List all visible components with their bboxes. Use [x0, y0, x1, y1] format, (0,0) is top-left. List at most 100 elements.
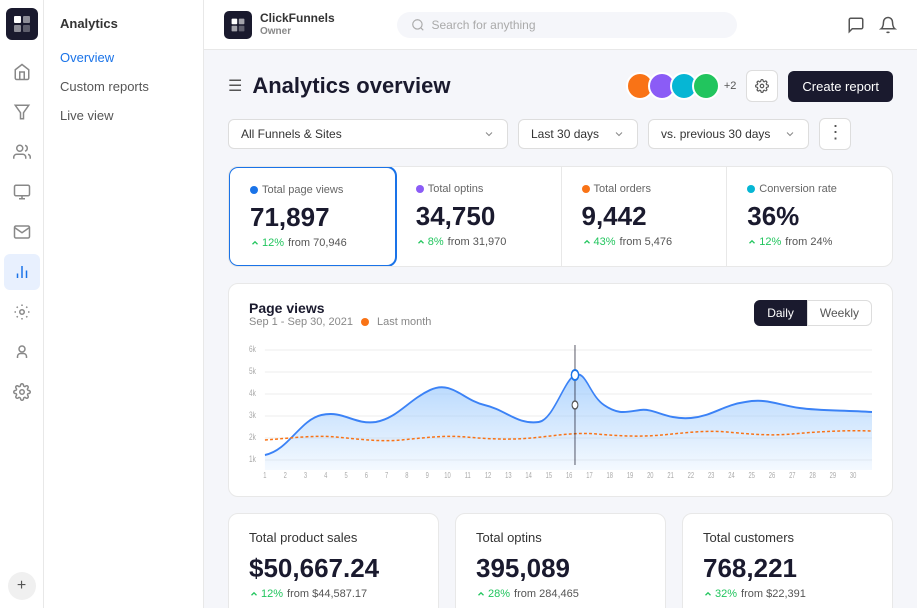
svg-text:25: 25 — [749, 472, 756, 480]
icon-bar: + — [0, 0, 44, 608]
page-content: ☰ Analytics overview +2 Create report — [204, 50, 917, 608]
period-filter[interactable]: Last 30 days — [518, 119, 638, 149]
nav-funnel-icon[interactable] — [4, 94, 40, 130]
more-filters-button[interactable]: ⋮ — [819, 118, 851, 150]
page-header-left: ☰ Analytics overview — [228, 73, 450, 99]
topbar: ClickFunnels Owner Search for anything — [204, 0, 917, 50]
bell-icon[interactable] — [879, 16, 897, 34]
stat-change-pageviews: 12% from 70,946 — [250, 237, 375, 249]
optins-change: 28% from 284,465 — [476, 588, 645, 600]
sidebar-item-overview[interactable]: Overview — [44, 43, 203, 72]
optins-arrow-up — [476, 589, 486, 599]
chart-intersection-dot — [572, 401, 578, 409]
svg-text:14: 14 — [525, 472, 532, 480]
customers-arrow-up — [703, 589, 713, 599]
bottom-row: Total product sales $50,667.24 12% from … — [228, 513, 893, 608]
app-brand: ClickFunnels Owner — [224, 11, 335, 39]
customers-change: 32% from $22,391 — [703, 588, 872, 600]
compare-filter[interactable]: vs. previous 30 days — [648, 119, 809, 149]
search-icon — [411, 18, 425, 32]
svg-text:29: 29 — [830, 472, 837, 480]
chart-container: 6k 5k 4k 3k 2k 1k — [249, 340, 872, 480]
stat-card-conversion: Conversion rate 36% 12% from 24% — [727, 167, 892, 266]
chart-title: Page views — [249, 300, 431, 316]
compare-filter-label: vs. previous 30 days — [661, 127, 770, 141]
stat-label-pageviews: Total page views — [250, 184, 375, 196]
optins-up-icon: 28% — [476, 588, 510, 600]
svg-text:10: 10 — [444, 472, 451, 480]
svg-text:11: 11 — [465, 472, 471, 480]
svg-text:4k: 4k — [249, 388, 256, 398]
page-header-right: +2 Create report — [626, 70, 893, 102]
svg-text:13: 13 — [505, 472, 512, 480]
nav-analytics-icon[interactable] — [4, 254, 40, 290]
svg-text:28: 28 — [809, 472, 816, 480]
settings-button[interactable] — [746, 70, 778, 102]
svg-text:20: 20 — [647, 472, 654, 480]
stat-card-optins: Total optins 34,750 8% from 31,970 — [396, 167, 562, 266]
nav-email-icon[interactable] — [4, 214, 40, 250]
svg-text:7: 7 — [385, 472, 388, 480]
chart-toggle: Daily Weekly — [754, 300, 872, 326]
page-title: Analytics overview — [252, 73, 450, 99]
sidebar: Analytics Overview Custom reports Live v… — [44, 0, 204, 608]
stat-value-orders: 9,442 — [582, 201, 707, 232]
nav-products-icon[interactable] — [4, 174, 40, 210]
bottom-card-customers: Total customers 768,221 32% from $22,391 — [682, 513, 893, 608]
sales-value: $50,667.24 — [249, 553, 418, 584]
chart-legend-dot — [361, 318, 369, 326]
svg-text:16: 16 — [566, 472, 573, 480]
hamburger-icon[interactable]: ☰ — [228, 76, 242, 96]
stat-up-optins: 8% — [416, 236, 444, 248]
svg-text:22: 22 — [688, 472, 695, 480]
page-header: ☰ Analytics overview +2 Create report — [228, 70, 893, 102]
svg-text:24: 24 — [728, 472, 735, 480]
stat-dot-pageviews — [250, 186, 258, 194]
stat-change-conversion: 12% from 24% — [747, 236, 872, 248]
nav-automation-icon[interactable] — [4, 294, 40, 330]
sales-up-icon: 12% — [249, 588, 283, 600]
stat-card-orders: Total orders 9,442 43% from 5,476 — [562, 167, 728, 266]
funnel-filter[interactable]: All Funnels & Sites — [228, 119, 508, 149]
app-logo — [6, 8, 38, 40]
nav-add-button[interactable]: + — [8, 572, 36, 600]
stat-value-pageviews: 71,897 — [250, 202, 375, 233]
customers-title: Total customers — [703, 530, 872, 545]
svg-text:27: 27 — [789, 472, 796, 480]
chart-area — [265, 374, 872, 470]
chat-icon[interactable] — [847, 16, 865, 34]
sidebar-title: Analytics — [44, 16, 203, 43]
create-report-button[interactable]: Create report — [788, 71, 893, 102]
svg-text:8: 8 — [405, 472, 408, 480]
nav-settings-icon[interactable] — [4, 374, 40, 410]
search-bar[interactable]: Search for anything — [397, 12, 737, 38]
svg-text:30: 30 — [850, 472, 857, 480]
svg-text:12: 12 — [485, 472, 492, 480]
sidebar-item-custom-reports[interactable]: Custom reports — [44, 72, 203, 101]
stat-card-pageviews: Total page views 71,897 12% from 70,946 — [228, 166, 397, 267]
nav-contacts-icon[interactable] — [4, 134, 40, 170]
toggle-weekly-button[interactable]: Weekly — [807, 300, 872, 326]
funnel-filter-label: All Funnels & Sites — [241, 127, 342, 141]
arrow-up-conversion-icon — [747, 237, 757, 247]
stat-change-optins: 8% from 31,970 — [416, 236, 541, 248]
nav-users-icon[interactable] — [4, 334, 40, 370]
stat-label-conversion: Conversion rate — [747, 183, 872, 195]
toggle-daily-button[interactable]: Daily — [754, 300, 807, 326]
svg-text:17: 17 — [586, 472, 593, 480]
nav-home-icon[interactable] — [4, 54, 40, 90]
svg-text:26: 26 — [769, 472, 776, 480]
sales-change: 12% from $44,587.17 — [249, 588, 418, 600]
stat-up-orders: 43% — [582, 236, 616, 248]
svg-text:6k: 6k — [249, 344, 256, 354]
stat-label-optins: Total optins — [416, 183, 541, 195]
stat-value-optins: 34,750 — [416, 201, 541, 232]
sales-title: Total product sales — [249, 530, 418, 545]
optins-value: 395,089 — [476, 553, 645, 584]
svg-text:3k: 3k — [249, 410, 256, 420]
svg-text:9: 9 — [426, 472, 429, 480]
sidebar-item-live-view[interactable]: Live view — [44, 101, 203, 130]
stat-change-orders: 43% from 5,476 — [582, 236, 707, 248]
brand-name: ClickFunnels — [260, 11, 335, 25]
stat-dot-orders — [582, 185, 590, 193]
